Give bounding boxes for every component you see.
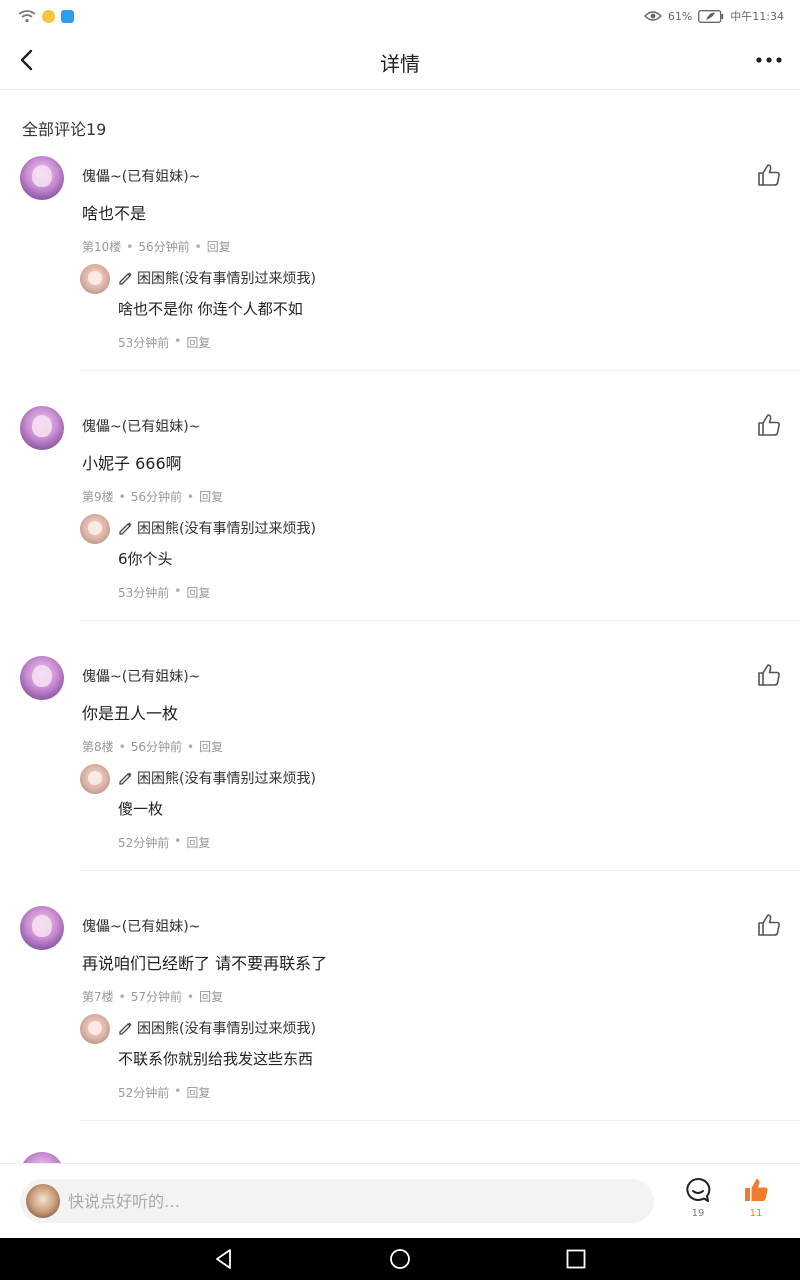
comment-time: 56分钟前 bbox=[130, 740, 182, 754]
comment-input[interactable] bbox=[68, 1179, 638, 1223]
comment-meta: 第10楼 • 56分钟前 • 回复 bbox=[82, 238, 231, 255]
reply-username-row: 困困熊(没有事情别过来烦我) bbox=[118, 268, 316, 288]
comment-username[interactable]: 傀儡~(已有姐妹)~ bbox=[82, 166, 200, 186]
reply-meta: 52分钟前 • 回复 bbox=[118, 834, 211, 851]
reply-username-row: 困困熊(没有事情别过来烦我) bbox=[118, 518, 316, 538]
status-bar-left bbox=[18, 9, 74, 23]
thumbs-up-icon[interactable] bbox=[756, 662, 782, 688]
top-nav: 详情 bbox=[0, 32, 800, 90]
comment-floor: 第7楼 bbox=[82, 990, 114, 1004]
comment-floor: 第8楼 bbox=[82, 740, 114, 754]
system-back-icon[interactable] bbox=[212, 1247, 236, 1271]
comment-input-container[interactable] bbox=[20, 1179, 654, 1223]
wifi-icon bbox=[18, 10, 36, 23]
reply-link[interactable]: 回复 bbox=[199, 488, 223, 505]
reply-username[interactable]: 困困熊(没有事情别过来烦我) bbox=[137, 518, 316, 538]
reply-text: 不联系你就别给我发这些东西 bbox=[118, 1050, 314, 1068]
comment-text: 你是丑人一枚 bbox=[82, 704, 179, 723]
avatar[interactable] bbox=[20, 656, 64, 700]
system-home-icon[interactable] bbox=[388, 1247, 412, 1271]
reply-text: 啥也不是你 你连个人都不如 bbox=[118, 300, 303, 318]
pencil-icon bbox=[119, 772, 132, 785]
divider bbox=[80, 870, 800, 871]
comment-bubble-icon bbox=[686, 1177, 711, 1202]
battery-icon bbox=[698, 9, 724, 23]
system-nav-bar bbox=[0, 1238, 800, 1280]
like-button[interactable]: 11 bbox=[736, 1176, 776, 1232]
system-recent-icon[interactable] bbox=[564, 1247, 588, 1271]
comment-time: 57分钟前 bbox=[130, 990, 182, 1004]
page-title: 详情 bbox=[380, 52, 420, 76]
comment-input-bar: 19 11 bbox=[0, 1163, 800, 1238]
reply-username[interactable]: 困困熊(没有事情别过来烦我) bbox=[137, 1018, 316, 1038]
thumbs-up-icon[interactable] bbox=[756, 162, 782, 188]
comment-meta: 第7楼 • 57分钟前 • 回复 bbox=[82, 988, 224, 1005]
reply-link[interactable]: 回复 bbox=[199, 738, 223, 755]
reply-username[interactable]: 困困熊(没有事情别过来烦我) bbox=[137, 268, 316, 288]
reply-meta: 53分钟前 • 回复 bbox=[118, 584, 211, 601]
eye-icon bbox=[643, 11, 662, 21]
thumbs-up-filled-icon bbox=[745, 1179, 768, 1201]
app-notification-icon bbox=[42, 9, 55, 23]
reply-text: 傻一枚 bbox=[118, 800, 164, 818]
reply-link[interactable]: 回复 bbox=[186, 834, 210, 851]
avatar[interactable] bbox=[80, 264, 110, 294]
pencil-icon bbox=[119, 272, 132, 285]
pencil-icon bbox=[119, 522, 132, 535]
comment-username[interactable]: 傀儡~(已有姐妹)~ bbox=[82, 916, 200, 936]
avatar[interactable] bbox=[20, 906, 64, 950]
thumbs-up-icon[interactable] bbox=[756, 912, 782, 938]
battery-percent: 61% bbox=[667, 9, 693, 23]
like-count: 11 bbox=[749, 1208, 763, 1219]
avatar[interactable] bbox=[20, 156, 64, 200]
reply-text: 6你个头 bbox=[118, 550, 173, 568]
pencil-icon bbox=[119, 1022, 132, 1035]
status-bar: 61% 中午11:34 bbox=[0, 0, 800, 32]
reply-link[interactable]: 回复 bbox=[207, 238, 231, 255]
comment-time: 56分钟前 bbox=[138, 240, 190, 254]
avatar[interactable] bbox=[20, 406, 64, 450]
reply-time: 52分钟前 bbox=[118, 836, 170, 850]
reply-link[interactable]: 回复 bbox=[199, 988, 223, 1005]
comment-text: 啥也不是 bbox=[82, 204, 147, 223]
comment-floor: 第9楼 bbox=[82, 490, 114, 504]
reply-username[interactable]: 困困熊(没有事情别过来烦我) bbox=[137, 768, 316, 788]
clock: 中午11:34 bbox=[730, 10, 784, 23]
avatar bbox=[26, 1184, 60, 1218]
avatar[interactable] bbox=[80, 764, 110, 794]
reply-time: 53分钟前 bbox=[118, 336, 170, 350]
avatar[interactable] bbox=[80, 1014, 110, 1044]
comment-meta: 第9楼 • 56分钟前 • 回复 bbox=[82, 488, 224, 505]
more-icon[interactable] bbox=[754, 48, 784, 72]
comment-text: 小妮子 666啊 bbox=[82, 454, 182, 473]
reply-username-row: 困困熊(没有事情别过来烦我) bbox=[118, 1018, 316, 1038]
status-bar-right: 61% 中午11:34 bbox=[643, 8, 784, 24]
divider bbox=[80, 370, 800, 371]
reply-link[interactable]: 回复 bbox=[186, 334, 210, 351]
comment-floor: 第10楼 bbox=[82, 240, 122, 254]
reply-time: 53分钟前 bbox=[118, 586, 170, 600]
comments-button[interactable]: 19 bbox=[678, 1176, 718, 1232]
avatar[interactable] bbox=[80, 514, 110, 544]
reply-username-row: 困困熊(没有事情别过来烦我) bbox=[118, 768, 316, 788]
comment-time: 56分钟前 bbox=[130, 490, 182, 504]
reply-link[interactable]: 回复 bbox=[186, 1084, 210, 1101]
divider bbox=[80, 620, 800, 621]
reply-time: 52分钟前 bbox=[118, 1086, 170, 1100]
reply-meta: 53分钟前 • 回复 bbox=[118, 334, 211, 351]
thumbs-up-icon[interactable] bbox=[756, 412, 782, 438]
app-notification-icon bbox=[61, 9, 74, 23]
reply-link[interactable]: 回复 bbox=[186, 584, 210, 601]
comment-username[interactable]: 傀儡~(已有姐妹)~ bbox=[82, 666, 200, 686]
comment-username[interactable]: 傀儡~(已有姐妹)~ bbox=[82, 416, 200, 436]
divider bbox=[80, 1120, 800, 1121]
reply-meta: 52分钟前 • 回复 bbox=[118, 1084, 211, 1101]
comment-text: 再说咱们已经断了 请不要再联系了 bbox=[82, 954, 328, 973]
comments-section-title: 全部评论19 bbox=[22, 120, 107, 139]
comment-meta: 第8楼 • 56分钟前 • 回复 bbox=[82, 738, 224, 755]
comment-count: 19 bbox=[691, 1208, 705, 1219]
